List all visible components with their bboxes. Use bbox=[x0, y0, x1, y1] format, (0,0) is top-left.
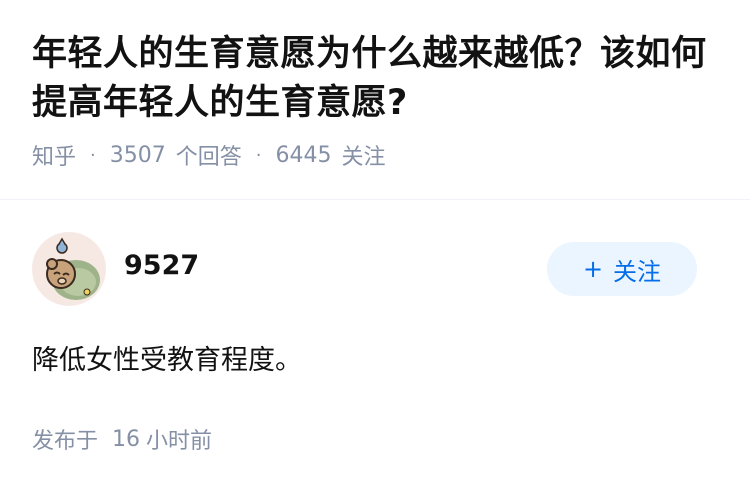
answer-card: 9527 + 关注 降低女性受教育程度。 发布于 16 小时前 bbox=[0, 232, 750, 455]
answer-count-label: 个回答 bbox=[175, 145, 242, 170]
section-divider bbox=[0, 199, 750, 200]
question-meta: 知乎 · 3507 个回答 · 6445 关注 bbox=[32, 138, 718, 172]
follower-count: 6445 bbox=[275, 142, 332, 168]
answer-count: 3507 bbox=[109, 142, 166, 168]
publish-time-unit: 小时前 bbox=[146, 429, 213, 454]
sleeping-bear-avatar-icon bbox=[46, 237, 100, 300]
author-avatar[interactable] bbox=[32, 232, 106, 306]
publish-prefix: 发布于 bbox=[32, 429, 99, 454]
publish-time-value: 16 bbox=[112, 426, 141, 452]
follow-button[interactable]: + 关注 bbox=[547, 242, 697, 296]
follower-count-label: 关注 bbox=[341, 145, 386, 170]
question-title[interactable]: 年轻人的生育意愿为什么越来越低？该如何提高年轻人的生育意愿? bbox=[32, 30, 718, 128]
meta-separator: · bbox=[90, 144, 96, 166]
source-label[interactable]: 知乎 bbox=[32, 139, 76, 171]
meta-separator: · bbox=[255, 144, 262, 166]
plus-icon: + bbox=[582, 255, 604, 283]
follow-button-label: 关注 bbox=[613, 257, 662, 286]
question-header: 年轻人的生育意愿为什么越来越低？该如何提高年轻人的生育意愿? 知乎 · 3507… bbox=[0, 0, 750, 172]
publish-time: 发布于 16 小时前 bbox=[32, 423, 718, 455]
author-name[interactable]: 9527 bbox=[124, 250, 199, 281]
author-row: 9527 + 关注 bbox=[32, 232, 718, 306]
answer-content[interactable]: 降低女性受教育程度。 bbox=[32, 343, 718, 379]
